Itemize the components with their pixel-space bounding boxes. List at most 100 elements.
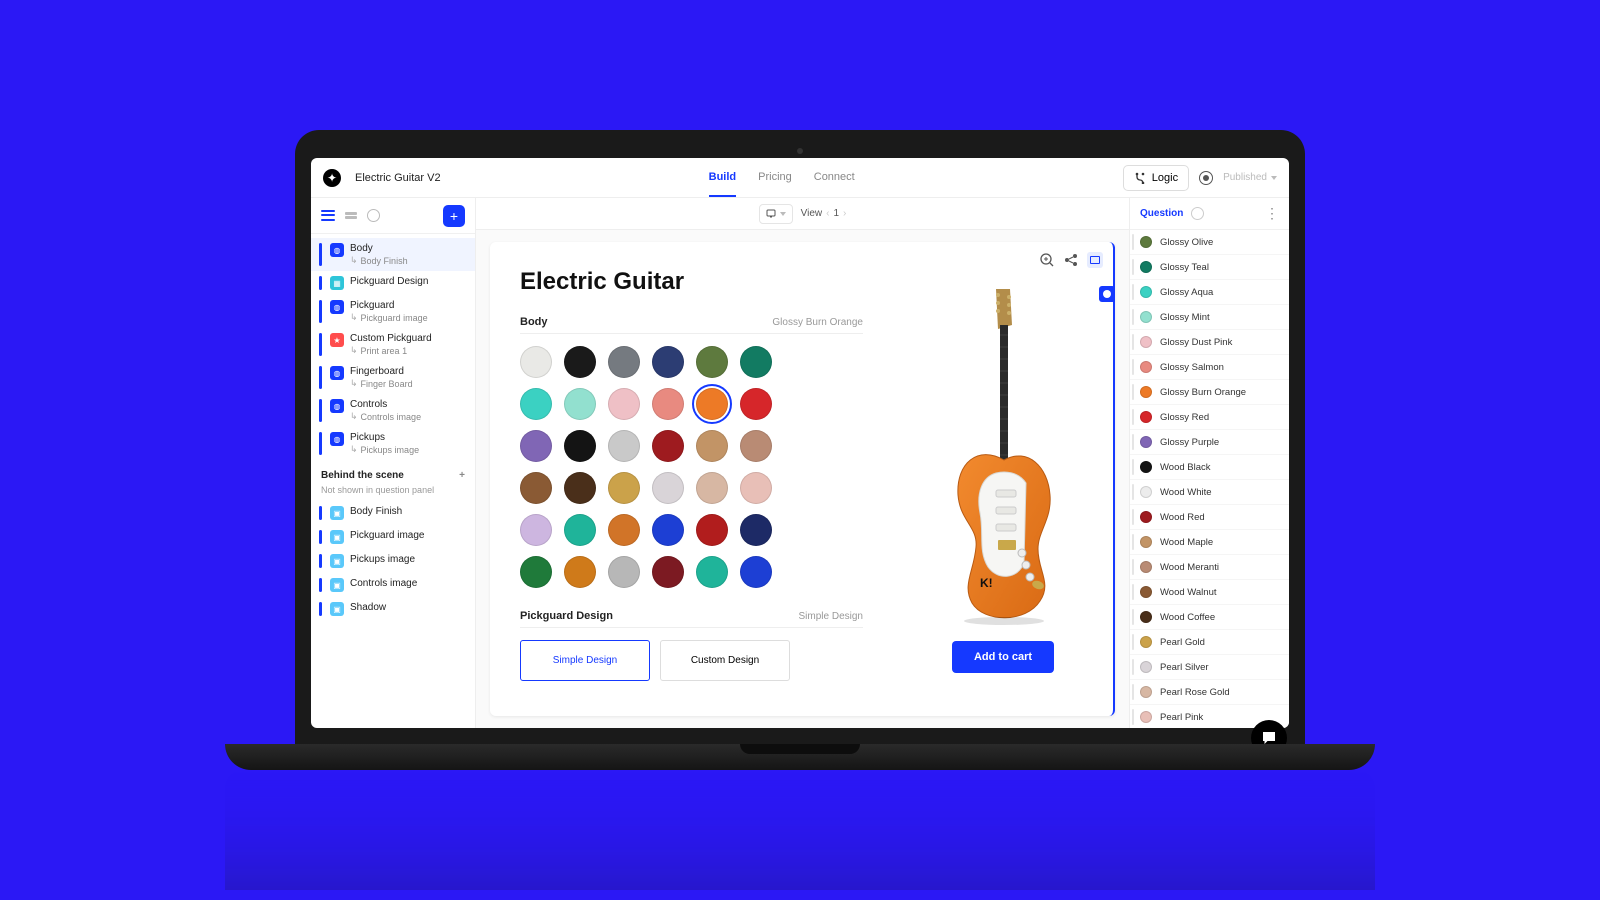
layer-item[interactable]: ◍ Fingerboard Finger Board (311, 361, 475, 394)
layer-name: Controls (350, 399, 467, 410)
color-swatch[interactable] (520, 430, 552, 462)
finish-option[interactable]: Pearl Gold (1130, 630, 1289, 655)
add-button[interactable]: + (443, 205, 465, 227)
color-swatch[interactable] (564, 472, 596, 504)
finish-option[interactable]: Wood Black (1130, 455, 1289, 480)
color-swatch[interactable] (608, 472, 640, 504)
list-icon[interactable] (321, 209, 335, 223)
finish-option[interactable]: Glossy Olive (1130, 230, 1289, 255)
share-icon[interactable] (1063, 252, 1079, 268)
finish-option[interactable]: Glossy Purple (1130, 430, 1289, 455)
layer-item[interactable]: ◍ Pickguard Pickguard image (311, 295, 475, 328)
publish-status[interactable]: Published (1223, 172, 1277, 183)
scene-item[interactable]: ▣ Pickups image (311, 549, 475, 573)
image-icon: ▣ (330, 578, 344, 592)
color-swatch[interactable] (740, 388, 772, 420)
view-selector[interactable]: View ‹ 1 › (801, 208, 847, 219)
scene-item[interactable]: ▣ Pickguard image (311, 525, 475, 549)
gear-icon[interactable] (1191, 207, 1204, 220)
color-swatch[interactable] (564, 556, 596, 588)
color-swatch[interactable] (696, 388, 728, 420)
color-swatch[interactable] (652, 346, 684, 378)
finish-option[interactable]: Glossy Salmon (1130, 355, 1289, 380)
color-swatch[interactable] (652, 388, 684, 420)
color-swatch[interactable] (564, 346, 596, 378)
tab-connect[interactable]: Connect (814, 159, 855, 197)
finish-option[interactable]: Wood Red (1130, 505, 1289, 530)
device-selector[interactable] (759, 204, 793, 224)
finish-option[interactable]: Wood White (1130, 480, 1289, 505)
add-to-cart-button[interactable]: Add to cart (952, 641, 1054, 673)
question-tab[interactable]: Question (1140, 208, 1183, 219)
finish-option[interactable]: Pearl Rose Gold (1130, 680, 1289, 705)
layer-item[interactable]: ◍ Pickups Pickups image (311, 427, 475, 460)
finish-option[interactable]: Wood Coffee (1130, 605, 1289, 630)
color-swatch[interactable] (740, 472, 772, 504)
color-swatch[interactable] (652, 556, 684, 588)
color-swatch[interactable] (564, 388, 596, 420)
color-swatch[interactable] (608, 430, 640, 462)
finish-option[interactable]: Glossy Aqua (1130, 280, 1289, 305)
color-swatch[interactable] (608, 556, 640, 588)
color-swatch[interactable] (564, 514, 596, 546)
zoom-icon[interactable] (1039, 252, 1055, 268)
color-swatch[interactable] (652, 472, 684, 504)
image-icon: ▣ (330, 554, 344, 568)
color-swatch[interactable] (608, 514, 640, 546)
center-canvas-area: View ‹ 1 › (476, 198, 1129, 728)
color-swatch[interactable] (696, 346, 728, 378)
color-swatch[interactable] (740, 430, 772, 462)
option-custom-design[interactable]: Custom Design (660, 640, 790, 681)
finish-option[interactable]: Glossy Dust Pink (1130, 330, 1289, 355)
color-swatch[interactable] (520, 514, 552, 546)
option-simple-design[interactable]: Simple Design (520, 640, 650, 681)
layer-item[interactable]: ★ Custom Pickguard Print area 1 (311, 328, 475, 361)
color-swatch[interactable] (740, 556, 772, 588)
color-swatch[interactable] (696, 472, 728, 504)
finish-option[interactable]: Wood Meranti (1130, 555, 1289, 580)
section-add-icon[interactable]: + (459, 470, 465, 481)
color-swatch[interactable] (652, 514, 684, 546)
selection-handle[interactable] (1099, 286, 1115, 302)
finish-option[interactable]: Wood Maple (1130, 530, 1289, 555)
color-swatch[interactable] (608, 346, 640, 378)
color-swatch[interactable] (696, 514, 728, 546)
color-swatch[interactable] (740, 514, 772, 546)
finish-option[interactable]: Glossy Teal (1130, 255, 1289, 280)
color-swatch[interactable] (564, 430, 596, 462)
color-swatch[interactable] (696, 430, 728, 462)
finish-dot (1140, 336, 1152, 348)
finish-option[interactable]: Glossy Red (1130, 405, 1289, 430)
more-icon[interactable]: ⋮ (1265, 205, 1279, 222)
layout-toggle[interactable] (1087, 252, 1103, 268)
color-swatch[interactable] (696, 556, 728, 588)
section-body-label: Body (520, 316, 548, 328)
tab-build[interactable]: Build (709, 159, 737, 197)
preview-icon[interactable] (1199, 171, 1213, 185)
color-swatch[interactable] (520, 388, 552, 420)
gear-icon[interactable] (367, 209, 380, 222)
layer-item[interactable]: ▦ Pickguard Design (311, 271, 475, 295)
color-swatch[interactable] (652, 430, 684, 462)
layers-icon[interactable] (345, 212, 357, 219)
scene-item[interactable]: ▣ Controls image (311, 573, 475, 597)
color-swatch[interactable] (520, 346, 552, 378)
color-swatch[interactable] (520, 556, 552, 588)
logic-button[interactable]: Logic (1123, 165, 1189, 191)
scene-item[interactable]: ▣ Shadow (311, 597, 475, 621)
finish-dot (1140, 436, 1152, 448)
finish-option[interactable]: Pearl Silver (1130, 655, 1289, 680)
finish-label: Pearl Gold (1160, 637, 1205, 648)
finish-option[interactable]: Glossy Burn Orange (1130, 380, 1289, 405)
tab-pricing[interactable]: Pricing (758, 159, 792, 197)
finish-option[interactable]: Wood Walnut (1130, 580, 1289, 605)
color-swatch[interactable] (608, 388, 640, 420)
scene-item[interactable]: ▣ Body Finish (311, 501, 475, 525)
app-logo[interactable]: ✦ (323, 169, 341, 187)
finish-option[interactable]: Glossy Mint (1130, 305, 1289, 330)
layer-item[interactable]: ◍ Body Body Finish (311, 238, 475, 271)
finish-label: Wood Walnut (1160, 587, 1217, 598)
color-swatch[interactable] (740, 346, 772, 378)
layer-item[interactable]: ◍ Controls Controls image (311, 394, 475, 427)
color-swatch[interactable] (520, 472, 552, 504)
